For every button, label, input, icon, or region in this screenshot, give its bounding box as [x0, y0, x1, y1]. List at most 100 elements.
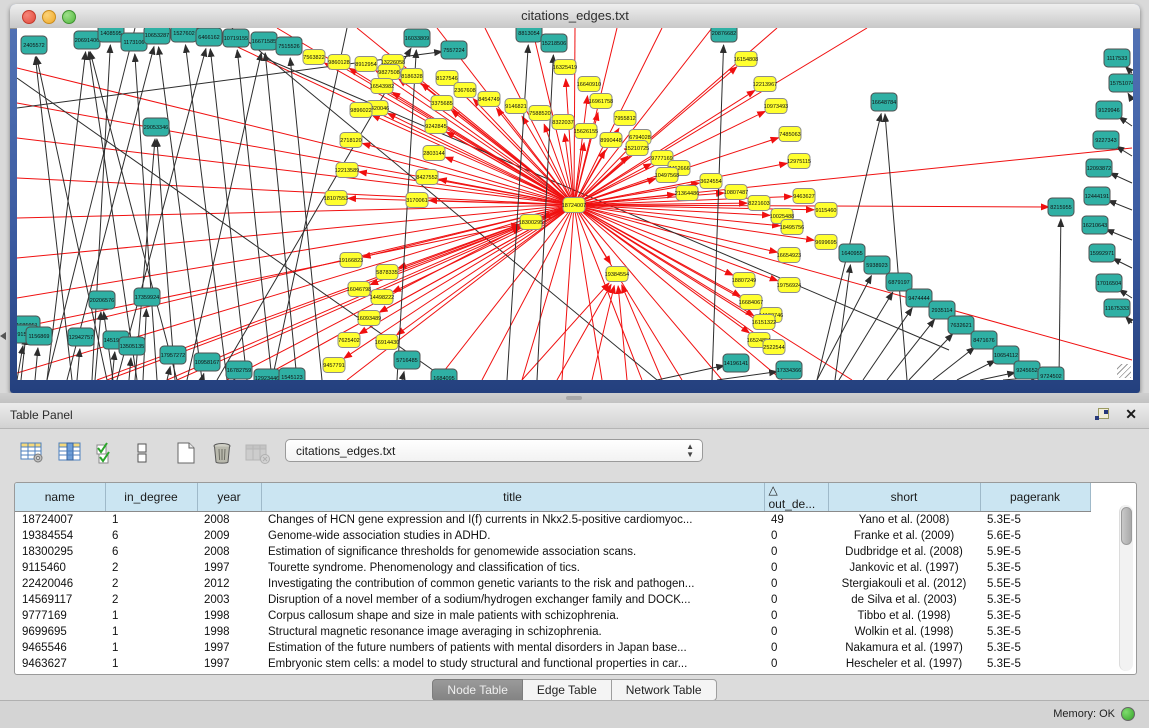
citation-edge-black[interactable] [290, 58, 322, 380]
tab-edge-table[interactable]: Edge Table [523, 679, 612, 701]
table-cell[interactable]: 0 [764, 560, 828, 576]
citation-edge-black[interactable] [77, 349, 80, 380]
graph-node[interactable]: 15751074 [1109, 74, 1133, 92]
citation-edge-black[interactable] [863, 308, 912, 380]
table-cell[interactable]: 5.3E-5 [980, 560, 1090, 576]
col-header-title[interactable]: title [261, 483, 764, 512]
graph-node[interactable]: 16654923 [777, 248, 801, 263]
graph-node[interactable]: 7557224 [441, 41, 467, 59]
graph-node[interactable]: 19166823 [339, 253, 363, 268]
graph-node[interactable]: 9463627 [793, 189, 815, 204]
table-cell[interactable]: 14569117 [15, 592, 105, 608]
table-cell[interactable]: 1997 [197, 656, 261, 672]
graph-node[interactable]: 11675333 [1104, 299, 1130, 317]
citation-edge-black[interactable] [1106, 230, 1132, 240]
graph-node[interactable]: 7632621 [948, 316, 974, 334]
graph-node[interactable]: 8186328 [401, 69, 423, 84]
citation-edge-black[interactable] [1110, 173, 1132, 183]
table-cell[interactable]: 1 [105, 624, 197, 640]
graph-node[interactable]: 9242845 [425, 119, 447, 134]
graph-node[interactable]: 10958167 [194, 353, 220, 371]
graph-node[interactable]: 20876682 [711, 28, 737, 42]
table-cell[interactable]: 6 [105, 544, 197, 560]
graph-node[interactable]: 17016504 [1096, 274, 1122, 292]
table-row[interactable]: 1872400712008Changes of HCN gene express… [15, 512, 1090, 529]
graph-node[interactable]: 7625402 [338, 333, 360, 348]
table-cell[interactable]: Tourette syndrome. Phenomenology and cla… [261, 560, 764, 576]
col-header-out-degree[interactable]: △ out_de... [764, 483, 828, 512]
graph-node[interactable]: 8215955 [1048, 198, 1074, 216]
graph-node[interactable]: 9699695 [815, 235, 837, 250]
table-settings-button[interactable] [18, 441, 46, 467]
citation-edge-black[interactable] [217, 48, 411, 380]
graph-node[interactable]: 16684067 [739, 295, 763, 310]
citation-edge-black[interactable] [980, 372, 1015, 380]
table-row[interactable]: 911546021997Tourette syndrome. Phenomeno… [15, 560, 1090, 576]
window-titlebar[interactable]: citations_edges.txt [10, 4, 1140, 29]
table-cell[interactable]: 1 [105, 656, 197, 672]
graph-node[interactable]: 2803144 [423, 146, 445, 161]
citation-edge-black[interactable] [185, 45, 227, 380]
close-panel-icon[interactable]: ✕ [1125, 406, 1137, 423]
graph-node[interactable]: 1545123 [279, 368, 305, 380]
graph-node[interactable]: 20206576 [89, 291, 115, 309]
graph-node[interactable]: 2367608 [454, 83, 476, 98]
graph-node[interactable]: 16914430 [375, 335, 399, 350]
graph-node[interactable]: 15218506 [541, 34, 567, 52]
graph-node[interactable]: 16033809 [404, 29, 430, 47]
row-height-button[interactable] [128, 441, 156, 467]
graph-node[interactable]: 8427552 [416, 170, 438, 185]
graph-node[interactable]: 3624554 [700, 174, 722, 189]
graph-node[interactable]: 18495756 [780, 220, 804, 235]
citation-edge-black[interactable] [1108, 200, 1132, 210]
table-cell[interactable]: Genome-wide association studies in ADHD. [261, 528, 764, 544]
table-cell[interactable]: 9777169 [15, 608, 105, 624]
citation-edge-black[interactable] [657, 366, 724, 380]
graph-node[interactable]: 16325419 [553, 60, 577, 75]
citation-edge-black[interactable] [202, 374, 204, 380]
table-cell[interactable]: 0 [764, 624, 828, 640]
citation-edge-black[interactable] [887, 319, 935, 380]
citation-edge-red[interactable] [592, 286, 614, 380]
graph-node[interactable]: 9474444 [906, 289, 932, 307]
tab-network-table[interactable]: Network Table [612, 679, 717, 701]
graph-node[interactable]: 9896022 [350, 103, 372, 118]
table-cell[interactable]: 5.5E-5 [980, 576, 1090, 592]
new-table-button[interactable] [172, 441, 200, 467]
table-cell[interactable]: 1998 [197, 608, 261, 624]
graph-node[interactable]: 3170061 [406, 193, 428, 208]
citation-edge-black[interactable] [129, 358, 131, 380]
graph-node[interactable]: 9146821 [505, 99, 527, 114]
table-cell[interactable]: 5.9E-5 [980, 544, 1090, 560]
col-header-short[interactable]: short [828, 483, 980, 512]
graph-node[interactable]: 12213967 [753, 77, 777, 92]
citation-edge-red[interactable] [574, 205, 733, 275]
table-row[interactable]: 977716911998Corpus callosum shape and si… [15, 608, 1090, 624]
citation-edge-black[interactable] [839, 292, 893, 380]
graph-node[interactable]: 12444191 [1084, 187, 1110, 205]
graph-node[interactable]: 18724007 [562, 198, 586, 213]
graph-node[interactable]: 8990448 [600, 133, 622, 148]
col-header-in-degree[interactable]: in_degree [105, 483, 197, 512]
table-cell[interactable]: Jankovic et al. (1997) [828, 560, 980, 576]
citation-edge-black[interactable] [957, 360, 995, 380]
citation-edge-black[interactable] [167, 367, 170, 380]
graph-node[interactable]: 5716485 [394, 351, 420, 369]
graph-node[interactable]: 8454749 [478, 92, 500, 107]
graph-node[interactable]: 2405572 [21, 36, 47, 54]
citation-edge-red[interactable] [574, 205, 1132, 360]
graph-node[interactable]: 1640955 [839, 244, 865, 262]
table-cell[interactable]: 2008 [197, 544, 261, 560]
graph-node[interactable]: 16046798 [347, 282, 371, 297]
table-cell[interactable]: Stergiakouli et al. (2012) [828, 576, 980, 592]
table-cell[interactable]: 2 [105, 592, 197, 608]
table-cell[interactable]: Embryonic stem cells: a model to study s… [261, 656, 764, 672]
table-cell[interactable]: Yano et al. (2008) [828, 512, 980, 529]
graph-node[interactable]: 18300295 [519, 215, 543, 230]
table-cell[interactable]: 2 [105, 576, 197, 592]
graph-node[interactable]: 1117533 [1104, 49, 1130, 67]
graph-node[interactable]: 1173106 [121, 33, 147, 51]
graph-node[interactable]: 15992971 [1089, 244, 1115, 262]
select-columns-button[interactable] [56, 441, 84, 467]
graph-node[interactable]: 3375685 [431, 96, 453, 111]
